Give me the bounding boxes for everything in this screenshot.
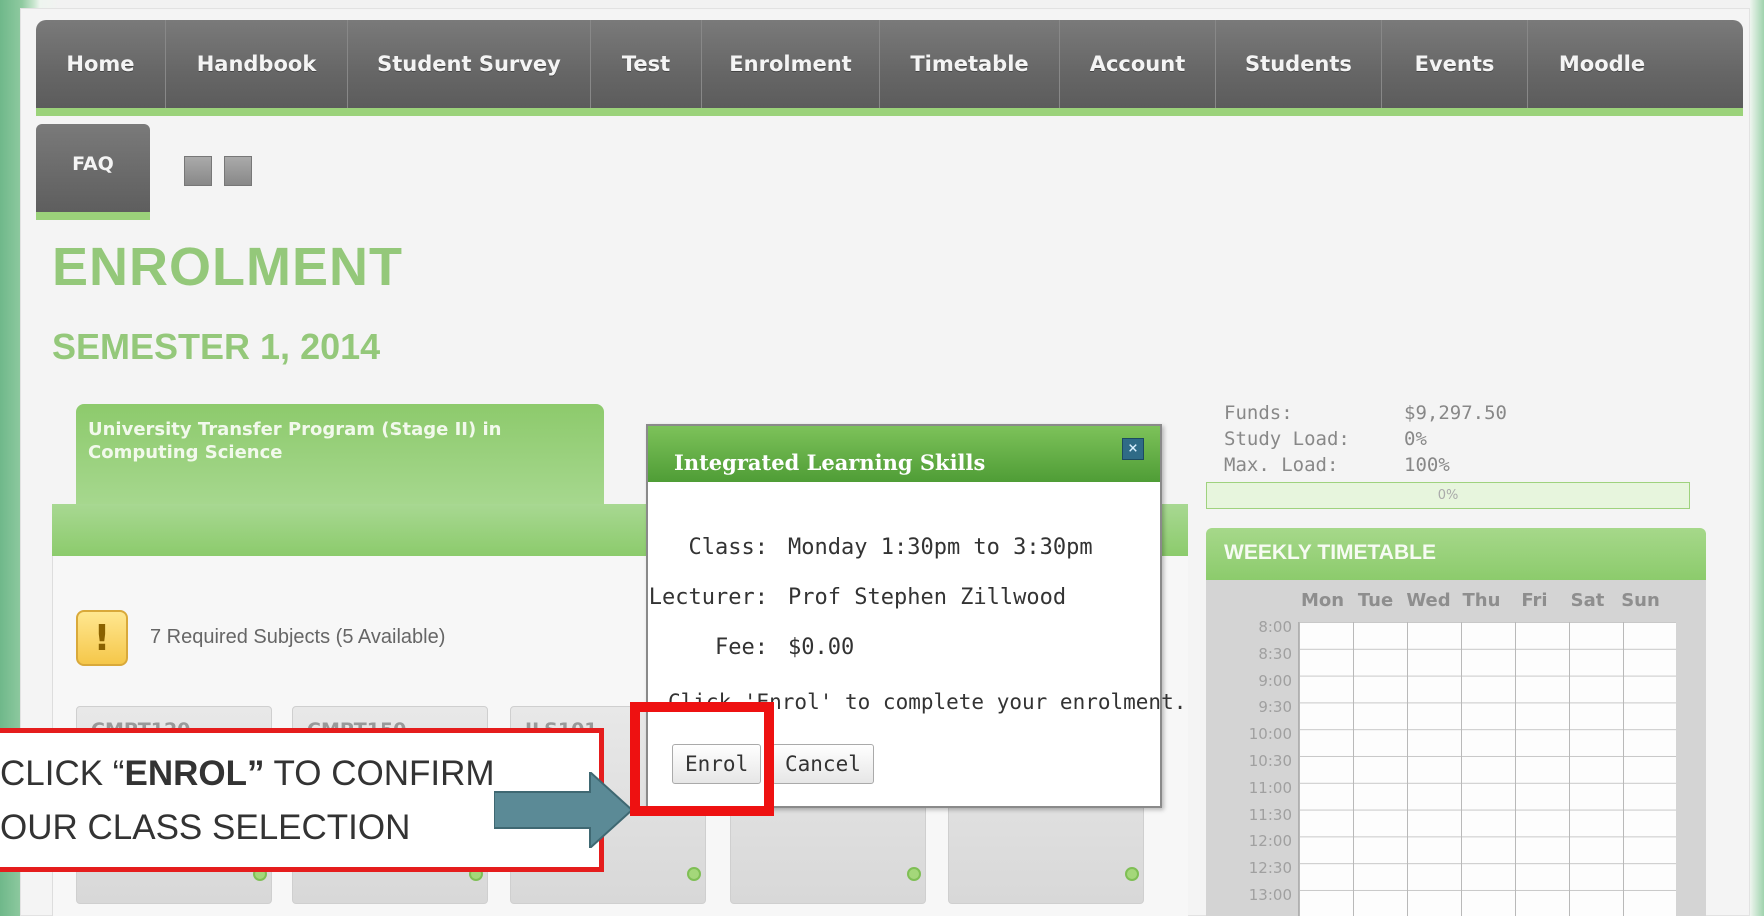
fee-label: Fee: <box>715 634 768 660</box>
arrow-icon <box>494 772 634 848</box>
nav-students[interactable]: Students <box>1216 20 1382 108</box>
max-load-value: 100% <box>1404 454 1450 476</box>
time-label: 12:00 <box>1248 832 1292 851</box>
study-load-bar: 0% <box>1206 482 1690 509</box>
callout-emphasis: ENROL” <box>124 754 265 793</box>
time-label: 12:30 <box>1248 859 1292 878</box>
print-icon[interactable] <box>184 156 212 186</box>
required-subjects-text: 7 Required Subjects (5 Available) <box>150 626 446 648</box>
timetable-times: 8:00 8:30 9:00 9:30 10:00 10:30 11:00 11… <box>1234 614 1292 909</box>
lecturer-label: Lecturer: <box>648 584 768 610</box>
day-label: Sat <box>1570 590 1605 611</box>
timetable-header: WEEKLY TIMETABLE <box>1206 528 1706 580</box>
callout-text: TO CONFIRM <box>264 754 495 793</box>
time-label: 13:00 <box>1248 885 1292 904</box>
program-tab[interactable]: University Transfer Program (Stage II) i… <box>76 404 604 516</box>
dialog-details: Class: Monday 1:30pm to 3:30pm Lecturer: P… <box>648 522 1093 672</box>
nav-events[interactable]: Events <box>1382 20 1528 108</box>
time-label: 9:00 <box>1258 671 1292 690</box>
time-label: 11:30 <box>1248 805 1292 824</box>
dialog-title: Integrated Learning Skills <box>674 450 986 475</box>
close-icon[interactable]: × <box>1122 438 1144 460</box>
page-subtitle: SEMESTER 1, 2014 <box>52 326 381 367</box>
day-label: Sun <box>1621 590 1660 611</box>
fee-value: $0.00 <box>788 634 855 660</box>
day-label: Mon <box>1300 590 1345 611</box>
timetable-days: Mon Tue Wed Thu Fri Sat Sun <box>1296 590 1667 611</box>
time-label: 8:00 <box>1258 618 1292 636</box>
account-summary: Funds: $9,297.50 Study Load: 0% Max. Load:… <box>1224 400 1507 478</box>
class-value: Monday 1:30pm to 3:30pm <box>788 534 1093 560</box>
nav-faq[interactable]: FAQ <box>36 124 150 220</box>
arrow-shape <box>494 772 634 848</box>
day-label: Tue <box>1357 590 1394 611</box>
max-load-label: Max. Load: <box>1224 454 1339 476</box>
callout-text: CLICK “ <box>0 754 125 793</box>
top-navigation: Home Handbook Student Survey Test Enrolm… <box>36 20 1743 116</box>
lecturer-value: Prof Stephen Zillwood <box>788 584 1067 610</box>
nav-handbook[interactable]: Handbook <box>166 20 348 108</box>
cancel-button[interactable]: Cancel <box>772 744 874 784</box>
funds-label: Funds: <box>1224 402 1293 424</box>
highlight-box <box>630 702 774 816</box>
funds-value: $9,297.50 <box>1404 402 1507 424</box>
day-label: Wed <box>1406 590 1451 611</box>
dialog-title-bar: Integrated Learning Skills × <box>648 426 1160 482</box>
nav-student-survey[interactable]: Student Survey <box>348 20 591 108</box>
page-title: ENROLMENT <box>52 237 403 297</box>
nav-enrolment[interactable]: Enrolment <box>702 20 880 108</box>
nav-moodle[interactable]: Moodle <box>1528 20 1676 108</box>
class-label: Class: <box>688 534 768 560</box>
nav-timetable[interactable]: Timetable <box>880 20 1060 108</box>
day-label: Fri <box>1521 590 1548 611</box>
time-label: 11:00 <box>1248 778 1292 797</box>
add-icon[interactable] <box>907 867 921 881</box>
time-label: 9:30 <box>1258 698 1292 717</box>
time-label: 10:00 <box>1248 725 1292 744</box>
nav-account[interactable]: Account <box>1060 20 1216 108</box>
time-label: 10:30 <box>1248 751 1292 770</box>
add-icon[interactable] <box>1125 867 1139 881</box>
study-load-label: Study Load: <box>1224 428 1350 450</box>
nav-home[interactable]: Home <box>36 20 166 108</box>
page-edge-decoration <box>1750 0 1764 916</box>
timetable-grid[interactable] <box>1298 622 1676 916</box>
add-icon[interactable] <box>687 867 701 881</box>
home-icon[interactable] <box>224 156 252 186</box>
time-label: 8:30 <box>1258 644 1292 663</box>
warning-icon: ! <box>76 610 128 666</box>
study-load-value: 0% <box>1404 428 1427 450</box>
nav-test[interactable]: Test <box>591 20 702 108</box>
day-label: Thu <box>1462 590 1501 611</box>
